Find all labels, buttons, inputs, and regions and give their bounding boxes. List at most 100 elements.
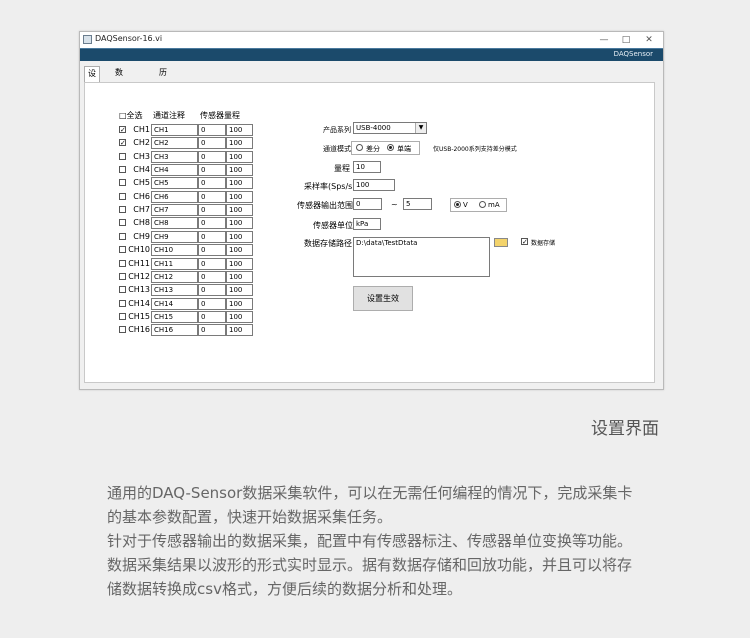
range-min-input[interactable]: 0 (198, 124, 226, 136)
path-label: 数据存储路径 (304, 239, 352, 248)
range-label: 量程 (334, 164, 350, 173)
channel-checkbox[interactable] (119, 166, 126, 174)
range-min-input[interactable]: 0 (198, 310, 226, 323)
range-min-input[interactable]: 0 (198, 137, 226, 150)
channel-note-input[interactable]: CH14 (151, 297, 198, 310)
channel-note-input[interactable]: CH11 (151, 257, 198, 270)
range-max-input[interactable]: 100 (226, 324, 253, 337)
unit-ma-radio[interactable] (479, 201, 486, 208)
channel-checkbox[interactable] (119, 326, 126, 334)
range-min-input[interactable]: 0 (198, 297, 226, 310)
range-max-input[interactable]: 100 (226, 177, 253, 190)
range-max-input[interactable]: 100 (226, 150, 253, 163)
output-tilde: ~ (391, 200, 398, 209)
range-max-input[interactable]: 100 (226, 297, 253, 310)
range-min-input[interactable]: 0 (198, 257, 226, 270)
channel-note-input[interactable]: CH6 (151, 190, 198, 203)
channel-note-input[interactable]: CH4 (151, 164, 198, 177)
product-select[interactable]: USB-4000 ▼ (353, 122, 427, 134)
channel-note-input[interactable]: CH7 (151, 204, 198, 217)
unit-v-radio[interactable] (454, 201, 461, 208)
range-min-input[interactable]: 0 (198, 270, 226, 283)
range-min-input[interactable]: 0 (198, 284, 226, 297)
select-all-checkbox[interactable]: □全选 (119, 110, 143, 121)
range-input[interactable]: 10 (353, 161, 381, 173)
channel-note-input[interactable]: CH13 (151, 284, 198, 297)
channel-note-input[interactable]: CH10 (151, 244, 198, 257)
channel-note-input[interactable]: CH15 (151, 310, 198, 323)
range-max-input[interactable]: 100 (226, 284, 253, 297)
channel-note-input[interactable]: CH3 (151, 150, 198, 163)
channel-checkbox[interactable] (119, 272, 126, 280)
channel-note-input[interactable]: CH5 (151, 177, 198, 190)
maximize-icon[interactable]: □ (615, 33, 637, 47)
range-min-input[interactable]: 0 (198, 244, 226, 257)
output-max-input[interactable]: 5 (403, 198, 432, 210)
range-min-input[interactable]: 0 (198, 204, 226, 217)
channel-note-input[interactable]: CH1 (151, 124, 198, 136)
range-max-input[interactable]: 100 (226, 204, 253, 217)
rate-input[interactable]: 100 (353, 179, 395, 191)
sensor-unit-input[interactable]: kPa (353, 218, 381, 230)
channel-checkbox[interactable] (119, 246, 126, 254)
description: 通用的DAQ-Sensor数据采集软件，可以在无需任何编程的情况下，完成采集卡的… (107, 481, 637, 601)
range-max-input[interactable]: 100 (226, 164, 253, 177)
description-paragraph: 针对于传感器输出的数据采集，配置中有传感器标注、传感器单位变换等功能。 (107, 532, 633, 550)
range-min-input[interactable]: 0 (198, 324, 226, 337)
channel-label: CH6 (133, 191, 150, 201)
channel-checkbox[interactable] (119, 299, 126, 307)
channel-checkbox[interactable] (119, 179, 126, 187)
channel-checkbox[interactable]: ✓ (119, 139, 126, 147)
range-max-input[interactable]: 100 (226, 310, 253, 323)
channel-checkbox[interactable] (119, 312, 126, 320)
output-min-input[interactable]: 0 (353, 198, 382, 210)
range-max-input[interactable]: 100 (226, 244, 253, 257)
range-min-input[interactable]: 0 (198, 177, 226, 190)
close-icon[interactable]: ✕ (638, 33, 660, 47)
range-min-input[interactable]: 0 (198, 164, 226, 177)
range-max-input[interactable]: 100 (226, 190, 253, 203)
title-bar[interactable]: DAQSensor-16.vi — □ ✕ (80, 32, 663, 48)
range-max-input[interactable]: 100 (226, 217, 253, 230)
mode-single-radio[interactable] (387, 144, 394, 151)
channel-label: CH5 (133, 178, 150, 188)
channel-note-input[interactable]: CH9 (151, 230, 198, 243)
channel-note-input[interactable]: CH12 (151, 270, 198, 283)
channel-checkbox[interactable] (119, 192, 126, 200)
sensor-unit-label: 传感器单位 (313, 221, 353, 230)
channel-checkbox[interactable] (119, 232, 126, 240)
channel-checkbox[interactable] (119, 219, 126, 227)
channel-label: CH16 (128, 325, 150, 335)
channel-note-input[interactable]: CH2 (151, 137, 198, 150)
path-input[interactable]: D:\data\TestDtata (353, 237, 490, 277)
range-min-input[interactable]: 0 (198, 150, 226, 163)
range-min-input[interactable]: 0 (198, 190, 226, 203)
mode-single-label: 单端 (397, 145, 411, 153)
channel-note-input[interactable]: CH16 (151, 324, 198, 337)
range-min-input[interactable]: 0 (198, 217, 226, 230)
product-label: 产品系列 (323, 126, 351, 134)
channel-checkbox[interactable] (119, 259, 126, 267)
range-max-input[interactable]: 100 (226, 124, 253, 136)
tab-acquisition[interactable]: 数据采集 (112, 66, 126, 119)
range-max-input[interactable]: 100 (226, 270, 253, 283)
channel-note-input[interactable]: CH8 (151, 217, 198, 230)
range-max-input[interactable]: 100 (226, 137, 253, 150)
rate-label: 采样率(Sps/s) (304, 182, 356, 191)
tab-settings[interactable]: 设置 (84, 66, 100, 92)
folder-icon[interactable] (494, 238, 508, 247)
range-max-input[interactable]: 100 (226, 230, 253, 243)
mode-diff-radio[interactable] (356, 144, 363, 151)
range-max-input[interactable]: 100 (226, 257, 253, 270)
minimize-icon[interactable]: — (593, 33, 615, 47)
store-checkbox[interactable]: ✓ (521, 238, 528, 246)
channel-checkbox[interactable]: ✓ (119, 126, 126, 134)
apply-button[interactable]: 设置生效 (353, 286, 413, 311)
channel-checkbox[interactable] (119, 286, 126, 294)
mode-note: 仅USB-2000系列支持差分模式 (433, 146, 517, 153)
range-min-input[interactable]: 0 (198, 230, 226, 243)
channel-checkbox[interactable] (119, 206, 126, 214)
channel-label: CH3 (133, 151, 150, 161)
tab-history[interactable]: 历史数据 (156, 66, 170, 119)
channel-checkbox[interactable] (119, 152, 126, 160)
